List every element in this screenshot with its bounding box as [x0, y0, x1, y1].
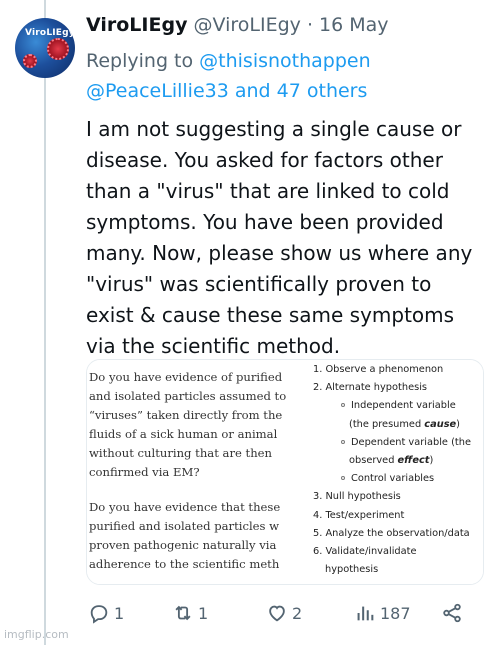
views-count: 187 — [380, 603, 411, 623]
views-button[interactable]: 187 — [354, 598, 411, 628]
replying-prefix: Replying to — [86, 50, 200, 72]
retweet-button[interactable]: 1 — [172, 598, 208, 628]
display-name[interactable]: ViroLIEgy — [86, 14, 187, 36]
virus-graphic — [23, 54, 37, 68]
tweet-text-line: exist & cause these same symptoms — [86, 303, 455, 327]
thread-line — [44, 0, 46, 645]
user-handle[interactable]: @ViroLIEgy — [194, 14, 301, 36]
tweet-text-line: I am not suggesting a single cause or — [86, 117, 462, 141]
sub-step-item: Independent variable — [313, 397, 483, 415]
others-link[interactable]: 47 others — [277, 80, 368, 102]
tweet-text-line: than a "virus" that are linked to cold — [86, 179, 450, 203]
separator-dot: · — [306, 14, 313, 36]
mention-link[interactable]: @thisisnothappen — [199, 50, 371, 72]
reply-count: 1 — [114, 603, 125, 623]
reply-button[interactable]: 1 — [88, 598, 124, 628]
tweet-text-line: symptoms. You have been provided — [86, 210, 444, 234]
like-count: 2 — [292, 603, 303, 623]
tweet-actions: 1 1 2 187 — [86, 598, 486, 628]
tweet-text-line: disease. You asked for factors other — [86, 148, 443, 172]
sub-step-continuation: (the presumed cause) — [349, 418, 460, 430]
question-1: Do you have evidence of purified and iso… — [89, 368, 289, 481]
tweet-header: ViroLIEgy @ViroLIEgy · 16 May — [86, 12, 389, 38]
question-line: purified and isolated particles w — [89, 518, 280, 533]
tweet-body: I am not suggesting a single cause or di… — [86, 114, 491, 362]
step-item: 1. Observe a phenomenon — [313, 364, 444, 375]
question-line: “viruses” taken directly from the — [89, 407, 283, 422]
heart-icon — [269, 605, 285, 622]
replying-to: Replying to @thisisnothappen @PeaceLilli… — [86, 46, 486, 106]
step-item: 3. Null hypothesis — [313, 491, 401, 503]
retweet-icon — [175, 605, 191, 621]
media-image-scientific-method[interactable]: 1. Observe a phenomenon 2. Alternate hyp… — [287, 360, 483, 584]
mention-link[interactable]: @PeaceLillie33 — [86, 80, 229, 102]
avatar[interactable]: ViroLIEgy — [15, 18, 75, 78]
question-line: Do you have evidence of purified — [89, 370, 283, 384]
avatar-logo-text: ViroLIEgy — [25, 28, 75, 38]
sub-step-continuation: observed effect) — [349, 455, 434, 467]
virus-graphic — [47, 38, 69, 60]
retweet-count: 1 — [198, 603, 209, 623]
reply-icon — [90, 605, 108, 624]
bullet-icon — [341, 403, 345, 408]
step-item: 4. Test/experiment — [313, 509, 405, 521]
share-icon — [443, 603, 461, 623]
scientific-method-list: 1. Observe a phenomenon 2. Alternate hyp… — [313, 361, 483, 579]
views-icon — [357, 606, 374, 621]
bullet-icon — [341, 439, 345, 444]
media-image-questions[interactable]: Do you have evidence of purified and iso… — [87, 360, 289, 584]
tweet-date[interactable]: 16 May — [319, 14, 389, 36]
step-item: 2. Alternate hypothesis — [313, 382, 428, 394]
tweet-text-line: via the scientific method. — [86, 334, 341, 358]
replying-and: and — [228, 80, 277, 102]
question-line: proven pathogenic naturally via — [89, 537, 277, 552]
watermark: imgflip.com — [4, 628, 69, 641]
step-item: 5. Analyze the observation/data — [313, 527, 470, 539]
tweet-text-line: many. Now, please show us where any — [86, 241, 473, 265]
question-2: Do you have evidence that these purified… — [89, 498, 289, 574]
question-line: and isolated particles assumed to — [89, 388, 287, 403]
like-button[interactable]: 2 — [266, 598, 302, 628]
question-line: adherence to the scientific meth — [89, 556, 280, 571]
question-line: fluids of a sick human or animal — [89, 426, 278, 441]
step-continuation: hypothesis — [325, 564, 379, 576]
question-line: confirmed via EM? — [89, 464, 200, 479]
question-line: Do you have evidence that these — [89, 500, 281, 514]
bullet-icon — [341, 476, 345, 481]
sub-step-item: Control variables — [313, 470, 483, 488]
step-item: 6. Validate/invalidate — [313, 546, 417, 558]
sub-step-item: Dependent variable (the — [313, 434, 483, 452]
tweet-media[interactable]: Do you have evidence of purified and iso… — [86, 359, 484, 585]
share-button[interactable] — [441, 598, 467, 628]
question-line: without culturing that are then — [89, 445, 273, 460]
tweet-text-line: "virus" was scientifically proven to — [86, 272, 432, 296]
